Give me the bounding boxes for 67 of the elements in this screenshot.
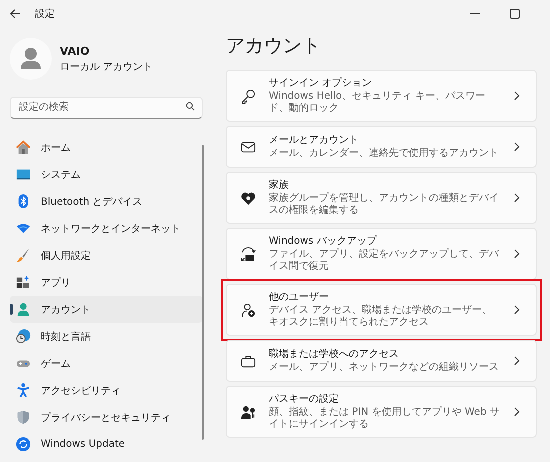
- monitor-icon: [16, 167, 31, 182]
- nav-item[interactable]: Bluetooth とデバイス: [10, 188, 203, 215]
- window-title: 設定: [35, 8, 55, 21]
- card-description: 顔、指紋、または PIN を使用してアプリや Web サイトにサインインする: [269, 407, 501, 431]
- card-description: メール、アプリ、ネットワークなどの組織リソース: [269, 362, 500, 374]
- nav-item[interactable]: アクセシビリティ: [10, 377, 203, 404]
- heart-icon: [241, 190, 256, 206]
- chevron-icon: [514, 356, 520, 366]
- shield-icon: [16, 410, 31, 425]
- card-title: メールとアカウント: [269, 134, 360, 147]
- avatar-icon: [10, 38, 52, 80]
- briefcase-icon: [241, 354, 256, 368]
- card-title: Windows バックアップ: [269, 235, 378, 248]
- chevron-icon: [514, 91, 520, 101]
- user-name: VAIO: [60, 44, 91, 58]
- card-title: 家族: [269, 179, 290, 192]
- card-description: 家族グループを管理し、アカウントの種類とデバイスの権限を編集する: [269, 193, 500, 217]
- card-description: デバイス アクセス、職場または学校のユーザー、キオスクに割り当てられたアクセス: [269, 305, 494, 329]
- nav-item[interactable]: システム: [10, 161, 203, 188]
- card-description: メール、カレンダー、連絡先で使用するアカウント: [269, 148, 500, 160]
- nav-item[interactable]: プライバシーとセキュリティ: [10, 404, 203, 431]
- card-description: Windows Hello、セキュリティ キー、パスワード、動的ロック: [269, 91, 486, 115]
- sync-icon: [16, 437, 31, 452]
- nav-item[interactable]: ゲーム: [10, 350, 203, 377]
- apps-icon: [16, 275, 31, 290]
- page-title: アカウント: [226, 34, 322, 59]
- chevron-icon: [514, 193, 520, 203]
- back-icon[interactable]: [10, 9, 21, 19]
- backup-icon: [241, 246, 256, 262]
- key-icon: [241, 88, 256, 104]
- chevron-icon: [514, 142, 520, 152]
- card-title: 他のユーザー: [269, 291, 330, 304]
- search-icon[interactable]: [186, 102, 195, 111]
- nav-item[interactable]: ホーム: [10, 134, 203, 161]
- accessibility-icon: [16, 383, 31, 398]
- house-icon: [16, 140, 31, 155]
- card-title: パスキーの設定: [269, 393, 340, 406]
- settings-card[interactable]: パスキーの設定 顔、指紋、または PIN を使用してアプリや Web サイトにサインインする: [226, 386, 537, 438]
- card-title: サインイン オプション: [269, 77, 374, 90]
- settings-card[interactable]: 職場または学校へのアクセス メール、アプリ、ネットワークなどの組織リソース: [226, 340, 537, 382]
- search-field[interactable]: 設定の検索: [10, 96, 203, 118]
- nav-item[interactable]: 個人用設定: [10, 242, 203, 269]
- card-title: 職場または学校へのアクセス: [269, 348, 400, 361]
- settings-card[interactable]: 家族 家族グループを管理し、アカウントの種類とデバイスの権限を編集する: [226, 172, 537, 224]
- nav-item[interactable]: 時刻と言語: [10, 323, 203, 350]
- globe-clock-icon: [16, 329, 31, 344]
- chevron-icon: [514, 249, 520, 259]
- settings-card[interactable]: サインイン オプション Windows Hello、セキュリティ キー、パスワード、動的ロック: [226, 70, 537, 122]
- settings-card[interactable]: Windows バックアップ ファイル、アプリ、設定をバックアップして、デバイス間で復元: [226, 228, 537, 280]
- chevron-icon: [514, 305, 520, 315]
- card-description: ファイル、アプリ、設定をバックアップして、デバイス間で復元: [269, 249, 500, 273]
- nav-item[interactable]: アカウント: [10, 296, 203, 323]
- account-type: ローカル アカウント: [60, 60, 154, 74]
- person-icon: [16, 302, 31, 317]
- scrollbar[interactable]: [202, 145, 204, 440]
- brush-icon: [16, 248, 31, 263]
- settings-card[interactable]: メールとアカウント メール、カレンダー、連絡先で使用するアカウント: [226, 126, 537, 168]
- mail-icon: [241, 140, 256, 154]
- settings-card[interactable]: 他のユーザー デバイス アクセス、職場または学校のユーザー、キオスクに割り当てられたアクセス: [226, 284, 537, 336]
- users-icon: [241, 302, 256, 318]
- maximize-icon[interactable]: [510, 9, 520, 19]
- bluetooth-icon: [16, 194, 31, 209]
- nav-item[interactable]: Windows Update: [10, 431, 203, 458]
- person-key-icon: [241, 404, 256, 420]
- nav-item[interactable]: ネットワークとインターネット: [10, 215, 203, 242]
- nav-item[interactable]: アプリ: [10, 269, 203, 296]
- chevron-icon: [514, 407, 520, 417]
